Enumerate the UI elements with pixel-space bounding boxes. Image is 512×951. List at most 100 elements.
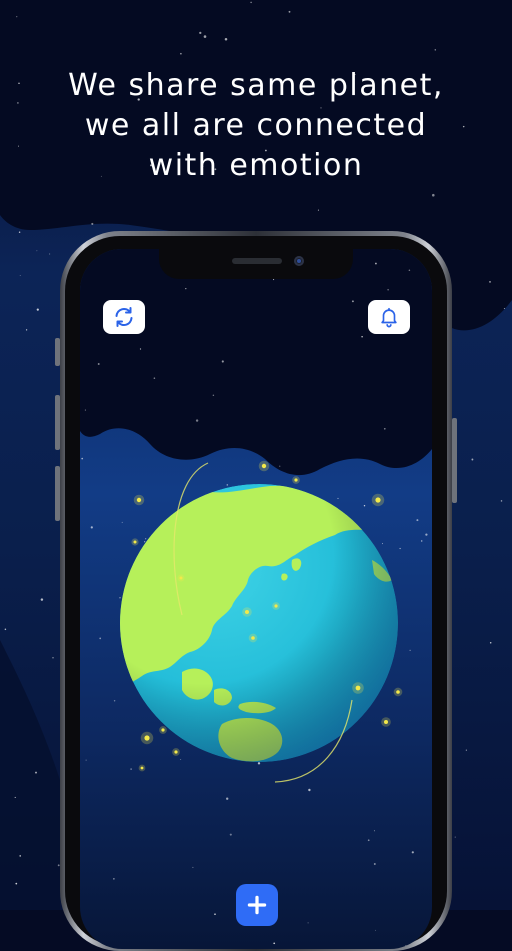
star — [288, 10, 291, 13]
star — [192, 655, 195, 658]
star — [399, 547, 401, 550]
star — [317, 209, 319, 211]
star — [308, 788, 311, 792]
star — [226, 484, 229, 486]
phone-power-button — [452, 418, 457, 503]
star — [153, 621, 156, 624]
star — [381, 543, 384, 545]
star — [119, 597, 121, 599]
star — [203, 35, 207, 38]
star — [36, 308, 39, 311]
screen-sky — [80, 249, 432, 948]
plus-icon — [247, 895, 267, 915]
screen-dark-cloud — [80, 249, 432, 476]
star — [97, 363, 100, 365]
star — [307, 922, 309, 924]
star — [373, 830, 375, 832]
star — [18, 231, 21, 234]
star — [269, 656, 271, 658]
star — [224, 37, 228, 41]
star — [373, 863, 376, 865]
star — [153, 377, 156, 379]
star — [409, 649, 411, 651]
star — [180, 759, 182, 761]
refresh-button[interactable] — [103, 300, 145, 334]
star — [231, 510, 234, 513]
star — [465, 749, 467, 751]
star — [374, 640, 376, 642]
phone-camera — [294, 256, 304, 266]
star — [269, 710, 271, 712]
star — [14, 796, 16, 798]
star — [15, 882, 18, 885]
star — [432, 193, 435, 197]
phone-screen — [80, 249, 432, 949]
star — [375, 929, 377, 931]
star — [416, 519, 419, 522]
star — [91, 222, 94, 225]
star — [500, 500, 503, 502]
star — [283, 622, 286, 624]
star — [387, 289, 389, 291]
star — [374, 262, 377, 265]
star — [229, 833, 232, 836]
star — [257, 762, 261, 765]
star — [229, 540, 233, 544]
star — [349, 566, 351, 568]
notifications-button[interactable] — [368, 300, 410, 334]
star — [257, 663, 259, 665]
star — [361, 336, 363, 338]
star — [212, 394, 215, 397]
star — [52, 657, 54, 659]
star — [199, 31, 202, 35]
star — [144, 541, 146, 543]
star — [180, 52, 182, 55]
headline: We share same planet, we all are connect… — [0, 66, 512, 186]
star — [279, 465, 281, 467]
star — [113, 878, 115, 880]
star — [337, 497, 339, 499]
star — [489, 281, 491, 283]
star — [25, 329, 28, 331]
star — [19, 855, 21, 857]
star — [195, 419, 199, 422]
bell-icon — [381, 307, 397, 328]
star — [503, 307, 505, 310]
star — [489, 641, 492, 644]
phone-notch — [159, 249, 353, 279]
star — [99, 637, 102, 640]
star — [226, 797, 229, 800]
star — [310, 662, 313, 664]
star — [471, 458, 474, 461]
star — [454, 836, 456, 838]
star — [367, 839, 370, 842]
star — [85, 759, 87, 761]
star — [81, 457, 84, 460]
star — [113, 700, 116, 702]
star — [49, 253, 51, 255]
star — [35, 771, 37, 774]
star — [221, 360, 224, 363]
star — [278, 713, 280, 715]
star — [192, 866, 194, 868]
star — [145, 538, 147, 540]
phone-speaker — [232, 258, 282, 264]
star — [90, 526, 93, 529]
star — [250, 1, 252, 4]
star — [19, 274, 21, 276]
star — [273, 942, 276, 945]
star — [185, 287, 187, 290]
star — [269, 511, 272, 514]
star — [121, 521, 123, 523]
refresh-icon — [115, 307, 133, 327]
star — [16, 16, 18, 18]
star — [420, 540, 423, 542]
star — [139, 348, 142, 350]
star — [363, 505, 366, 507]
headline-line-3: with emotion — [148, 148, 364, 183]
star — [40, 598, 44, 601]
star — [84, 409, 86, 411]
star — [4, 628, 7, 631]
headline-line-1: We share same planet, — [68, 68, 444, 103]
add-button[interactable] — [236, 884, 278, 926]
